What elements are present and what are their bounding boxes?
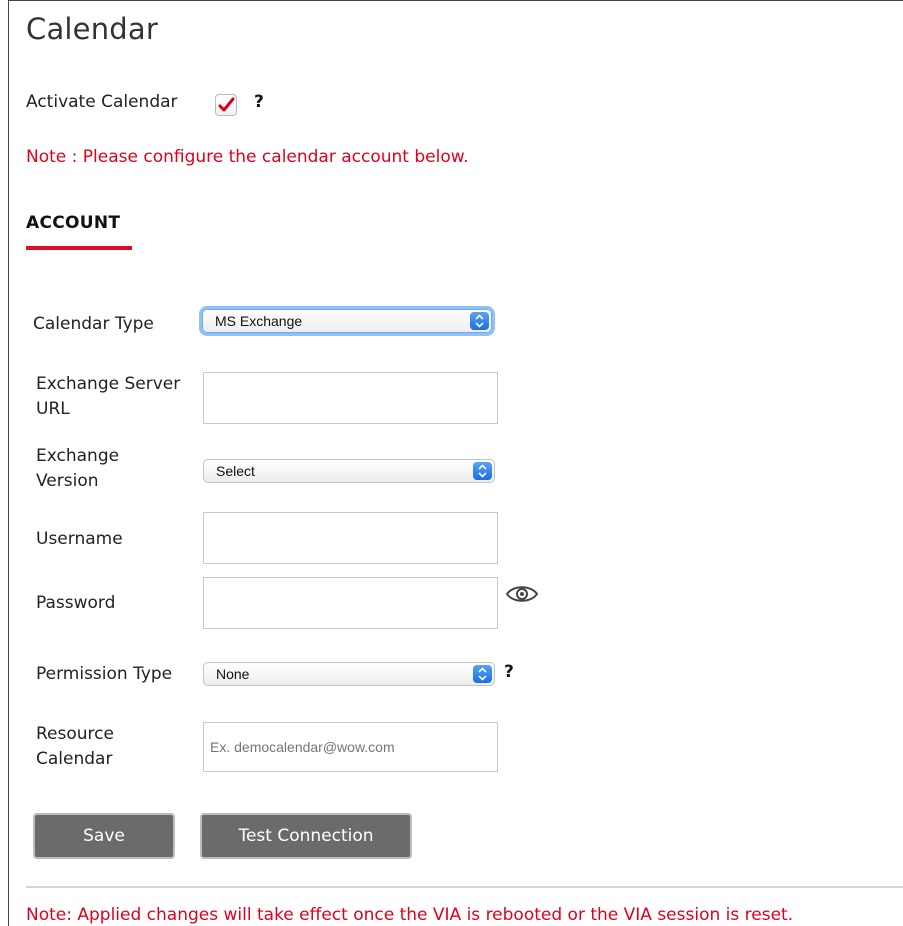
- reboot-note: Note: Applied changes will take effect o…: [26, 905, 794, 925]
- select-arrows-icon: [470, 312, 489, 330]
- label-line: Exchange Server: [36, 374, 181, 394]
- exchange-server-url-input[interactable]: [203, 372, 498, 424]
- page-title: Calendar: [26, 12, 159, 46]
- permission-type-value: None: [216, 666, 250, 682]
- calendar-type-value: MS Exchange: [215, 313, 303, 329]
- calendar-type-label: Calendar Type: [33, 314, 154, 334]
- divider: [26, 886, 903, 888]
- resource-calendar-label: Resource Calendar: [36, 722, 206, 772]
- label-line: Version: [36, 471, 99, 491]
- username-input[interactable]: [203, 512, 498, 564]
- permission-help-icon[interactable]: ?: [504, 662, 514, 682]
- configure-note: Note : Please configure the calendar acc…: [26, 147, 469, 167]
- activate-calendar-checkbox[interactable]: [215, 94, 237, 116]
- checkmark-icon: [218, 97, 235, 112]
- exchange-server-url-label: Exchange Server URL: [36, 372, 206, 422]
- label-line: URL: [36, 399, 70, 419]
- resource-calendar-input[interactable]: [203, 722, 498, 772]
- username-label: Username: [36, 529, 123, 549]
- label-line: Exchange: [36, 446, 120, 466]
- test-connection-button[interactable]: Test Connection: [200, 813, 412, 859]
- section-underline: [26, 246, 132, 250]
- password-label: Password: [36, 593, 116, 613]
- select-arrows-icon: [473, 665, 492, 683]
- password-input[interactable]: [203, 577, 498, 629]
- permission-type-select[interactable]: None: [203, 662, 495, 686]
- exchange-version-select[interactable]: Select: [203, 459, 495, 483]
- label-line: Calendar: [36, 749, 113, 769]
- save-button[interactable]: Save: [33, 813, 175, 859]
- exchange-version-label: Exchange Version: [36, 444, 206, 494]
- exchange-version-value: Select: [216, 463, 255, 479]
- account-section-title: ACCOUNT: [26, 213, 121, 233]
- permission-type-label: Permission Type: [36, 664, 173, 684]
- activate-calendar-label: Activate Calendar: [26, 92, 178, 112]
- activate-help-icon[interactable]: ?: [254, 92, 264, 112]
- calendar-type-select[interactable]: MS Exchange: [202, 309, 492, 333]
- select-arrows-icon: [473, 462, 492, 480]
- eye-icon[interactable]: [504, 582, 540, 606]
- label-line: Resource: [36, 724, 114, 744]
